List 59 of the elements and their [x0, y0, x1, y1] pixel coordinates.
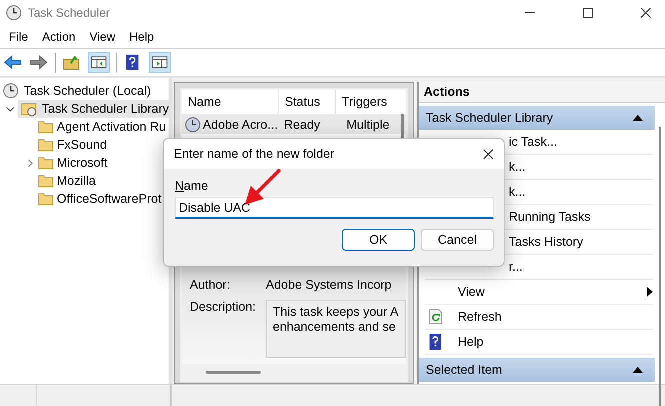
- tree-item[interactable]: Microsoft: [57, 156, 108, 170]
- folder-icon: [38, 155, 54, 171]
- command-link[interactable]: Help: [458, 335, 484, 349]
- menu-item[interactable]: File: [9, 30, 28, 44]
- tree-item[interactable]: FxSound: [57, 138, 108, 152]
- chevron-icon[interactable]: [6, 104, 15, 114]
- command-link[interactable]: Running Tasks: [509, 210, 591, 224]
- command-link[interactable]: ic Task...: [509, 135, 558, 149]
- back-arrow-icon[interactable]: [3, 53, 23, 72]
- tree-item[interactable]: Task Scheduler (Local): [24, 84, 152, 98]
- folder-icon: [38, 173, 54, 189]
- close-icon[interactable]: [483, 148, 494, 160]
- folder-icon: [38, 137, 54, 153]
- forward-arrow-icon[interactable]: [29, 53, 49, 72]
- maximize-icon[interactable]: [583, 8, 593, 18]
- dialog-button[interactable]: OK: [342, 229, 415, 251]
- table-row[interactable]: Adobe Acro... Ready Multiple: [182, 115, 406, 134]
- tree-item[interactable]: Mozilla: [57, 174, 96, 188]
- command-link[interactable]: r...: [509, 260, 523, 274]
- collapse-arrow-icon[interactable]: [633, 115, 643, 121]
- panel-toggle-icon[interactable]: [149, 52, 171, 73]
- clock-icon: [6, 5, 22, 21]
- clock-icon: [185, 116, 201, 132]
- close-icon[interactable]: [641, 8, 651, 18]
- field-label: Name: [175, 179, 208, 193]
- panel-title: Actions: [419, 82, 665, 103]
- menu-item[interactable]: Help: [130, 30, 154, 44]
- help-icon: [428, 334, 444, 350]
- command-link[interactable]: Refresh: [458, 310, 502, 324]
- command-link[interactable]: k...: [509, 160, 526, 174]
- column-header[interactable]: Name: [182, 90, 279, 114]
- folder-clock-icon: [21, 101, 37, 117]
- tree-item[interactable]: OfficeSoftwareProt: [57, 192, 162, 206]
- dialog-button[interactable]: Cancel: [421, 229, 494, 251]
- folder-icon: [38, 191, 54, 207]
- command-link[interactable]: View: [458, 285, 485, 299]
- section-header[interactable]: Selected Item: [419, 358, 655, 382]
- menu-item[interactable]: View: [90, 30, 116, 44]
- tree-item[interactable]: Task Scheduler Library: [18, 100, 169, 118]
- description-box: This task keeps your A enhancements and se: [266, 300, 406, 358]
- folder-up-icon[interactable]: [62, 53, 82, 72]
- refresh-icon: [428, 309, 444, 325]
- clock-icon: [3, 83, 19, 99]
- column-header[interactable]: Status: [279, 90, 336, 114]
- collapse-arrow-icon[interactable]: [633, 367, 643, 373]
- panel-toggle-icon[interactable]: [88, 52, 110, 73]
- column-header[interactable]: Triggers: [336, 90, 396, 114]
- section-header[interactable]: Task Scheduler Library: [419, 106, 655, 130]
- command-link[interactable]: k...: [509, 185, 526, 199]
- command-link[interactable]: Tasks History: [509, 235, 584, 249]
- submenu-arrow-icon: [647, 287, 653, 297]
- menu-item[interactable]: Action: [42, 30, 76, 44]
- field-label: Author:: [190, 277, 232, 292]
- window-title: Task Scheduler: [28, 6, 110, 20]
- field-value: Adobe Systems Incorp: [266, 277, 392, 292]
- dialog-title: Enter name of the new folder: [174, 147, 335, 161]
- field-label: Description:: [190, 299, 257, 314]
- name-field[interactable]: Disable UAC: [175, 197, 494, 219]
- tree-item[interactable]: Agent Activation Ru: [57, 120, 166, 134]
